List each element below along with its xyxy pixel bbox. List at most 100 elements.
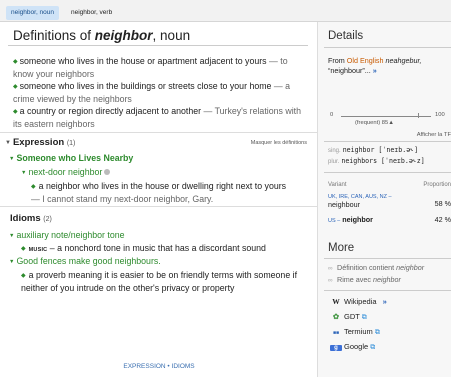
expand-triangle-icon[interactable]: ▼	[9, 156, 14, 162]
title-word: neighbor	[94, 28, 153, 43]
expression-label: Expression	[12, 137, 65, 148]
gdt-label: GDT	[344, 312, 360, 321]
expand-triangle-icon[interactable]: ▼	[9, 233, 14, 239]
idioms-label: Idioms	[10, 213, 41, 224]
page-title: Definitions of neighbor, noun	[13, 28, 190, 43]
google-icon: g	[330, 345, 342, 351]
expression-phrase[interactable]: ▼ Someone who Lives Nearby	[9, 153, 133, 166]
details-title: Details	[328, 30, 364, 42]
definition-text: someone who lives in the house or apartm…	[19, 56, 267, 66]
definition-text: a country or region directly adjacent to…	[19, 106, 202, 116]
variant-word: neighbour	[328, 200, 360, 209]
info-icon[interactable]	[104, 169, 111, 175]
title-divider	[8, 45, 308, 46]
definition-text: someone who lives in the buildings or st…	[19, 81, 272, 91]
expression-header[interactable]: ▼ Expression (1)	[5, 137, 75, 148]
expression-phrase-text: Someone who Lives Nearby	[16, 153, 134, 163]
collapse-triangle-icon[interactable]: ▼	[5, 140, 11, 146]
google-label: Google	[344, 342, 369, 351]
bullet-icon: ◆	[13, 59, 18, 65]
link-chain-icon: ∞	[328, 277, 333, 284]
more-etymology-link[interactable]: »	[373, 66, 377, 75]
definition-item: ◆ someone who lives in the house or apart…	[13, 56, 308, 80]
freq-max: 100	[435, 112, 445, 118]
more-item-label: Définition contient	[337, 263, 397, 272]
more-item-rhymes[interactable]: ∞ Rime avec neighbor	[328, 275, 401, 284]
proportion-col: Proportion	[423, 182, 451, 188]
more-item-term: neighbor	[372, 275, 401, 284]
sub-definition-example: — I cannot stand my next-door neighbor, …	[31, 193, 214, 204]
domain-label: MUSIC	[28, 247, 48, 253]
definition-item: ◆ someone who lives in the buildings or s…	[13, 81, 308, 105]
expand-triangle-icon[interactable]: ▼	[9, 259, 14, 265]
wikipedia-label: Wikipedia	[344, 297, 377, 306]
section-divider	[0, 132, 317, 133]
wikipedia-more[interactable]: »	[383, 297, 387, 306]
external-link-icon: ⧉	[374, 329, 380, 336]
hide-definitions-link[interactable]: Masquer les définitions	[251, 140, 307, 146]
idioms-header[interactable]: Idioms (2)	[10, 213, 52, 224]
idiom-term[interactable]: ▼ Good fences make good neighbours.	[9, 256, 161, 269]
gdt-link[interactable]: ✿ GDT ⧉	[330, 312, 367, 322]
wikipedia-link[interactable]: W Wikipedia »	[330, 297, 387, 306]
etymology-gloss: “neighbour”...	[328, 65, 371, 75]
title-prefix: Definitions of	[13, 28, 95, 43]
sing-form: sing. neighbor [ˈneɪb.ə˞]	[328, 145, 450, 157]
expand-triangle-icon[interactable]: ▼	[21, 170, 26, 176]
freq-min: 0	[330, 112, 334, 118]
idiom-term[interactable]: ▼ auxiliary note/neighbor tone	[9, 230, 125, 243]
bullet-icon: ◆	[13, 109, 18, 115]
sub-term-text: next-door neighbor	[28, 167, 103, 177]
afficher-link[interactable]: Afficher la TF	[417, 132, 451, 138]
tab-bar: neighbor, noun neighbor, verb	[0, 0, 451, 22]
plur-value: neighbors [ˈneɪb.ə˞z]	[341, 157, 425, 165]
sub-definition: ◆ a neighbor who lives in the house or dw…	[31, 181, 291, 205]
definitions-pane: Definitions of neighbor, noun ◆ someone w…	[0, 22, 318, 377]
plur-label: plur.	[328, 159, 340, 165]
tab-neighbor-verb[interactable]: neighbor, verb	[66, 6, 117, 20]
bullet-icon: ◆	[21, 246, 26, 252]
more-title: More	[328, 242, 355, 254]
plur-form: plur. neighbors [ˈneɪb.ə˞z]	[328, 156, 450, 168]
sing-value: neighbor [ˈneɪb.ə˞]	[342, 146, 419, 154]
variant-regions: US –	[328, 218, 341, 224]
more-divider	[324, 290, 451, 291]
external-link-icon: ⧉	[361, 314, 367, 321]
termium-link[interactable]: ■■ Termium ⧉	[330, 327, 380, 337]
more-item-term: neighbor	[396, 263, 425, 272]
etymology-language[interactable]: Old English	[347, 56, 384, 65]
tab-neighbor-noun[interactable]: neighbor, noun	[6, 6, 60, 20]
variant-row: US – neighbor 42 %	[328, 215, 451, 224]
frequency-marker	[417, 113, 419, 118]
idiom-definition: ◆ a proverb meaning it is easier to be on…	[21, 270, 301, 294]
etymology: From Old English neahgebur, “neighbour”.…	[328, 56, 450, 75]
termium-label: Termium	[344, 327, 373, 336]
variant-word: neighbor	[342, 215, 373, 224]
sing-label: sing.	[328, 148, 341, 154]
google-link[interactable]: g Google ⧉	[330, 342, 375, 352]
variant-row: UK, IRE, CAN, AUS, NZ – neighbour 58 %	[328, 194, 451, 209]
section-divider	[0, 206, 317, 207]
idiom-definition: ◆ MUSIC – a nonchord tone in music that h…	[21, 243, 266, 257]
freq-readout: (frequent) 85▲	[355, 120, 394, 126]
termium-icon: ■■	[332, 330, 340, 336]
bullet-icon: ◆	[21, 273, 26, 279]
idiom-term-text: Good fences make good neighbours.	[16, 256, 161, 266]
title-pos: , noun	[152, 28, 191, 43]
expression-count: (1)	[66, 140, 76, 147]
bullet-icon: ◆	[31, 184, 36, 190]
definition-item: ◆ a country or region directly adjacent t…	[13, 106, 308, 130]
idiom-definition-text: a proverb meaning it is easier to be on …	[21, 270, 298, 293]
sub-term[interactable]: ▼ next-door neighbor	[21, 167, 111, 180]
wikipedia-icon: W	[332, 297, 340, 306]
external-link-icon: ⧉	[370, 344, 376, 351]
more-item-label: Rime avec	[337, 275, 373, 284]
idiom-definition-text: – a nonchord tone in music that has a di…	[47, 243, 266, 253]
section-nav-footer[interactable]: EXPRESSION • IDIOMS	[0, 363, 317, 370]
sub-definition-text: a neighbor who lives in the house or dwe…	[38, 181, 287, 191]
details-pane: Details From Old English neahgebur, “nei…	[318, 22, 451, 377]
more-item-contains[interactable]: ∞ Définition contient neighbor	[328, 263, 424, 272]
freq-marker-icon: ▲	[388, 120, 394, 126]
etymology-prefix: From	[328, 56, 347, 65]
etymology-word: neahgebur,	[383, 56, 422, 65]
